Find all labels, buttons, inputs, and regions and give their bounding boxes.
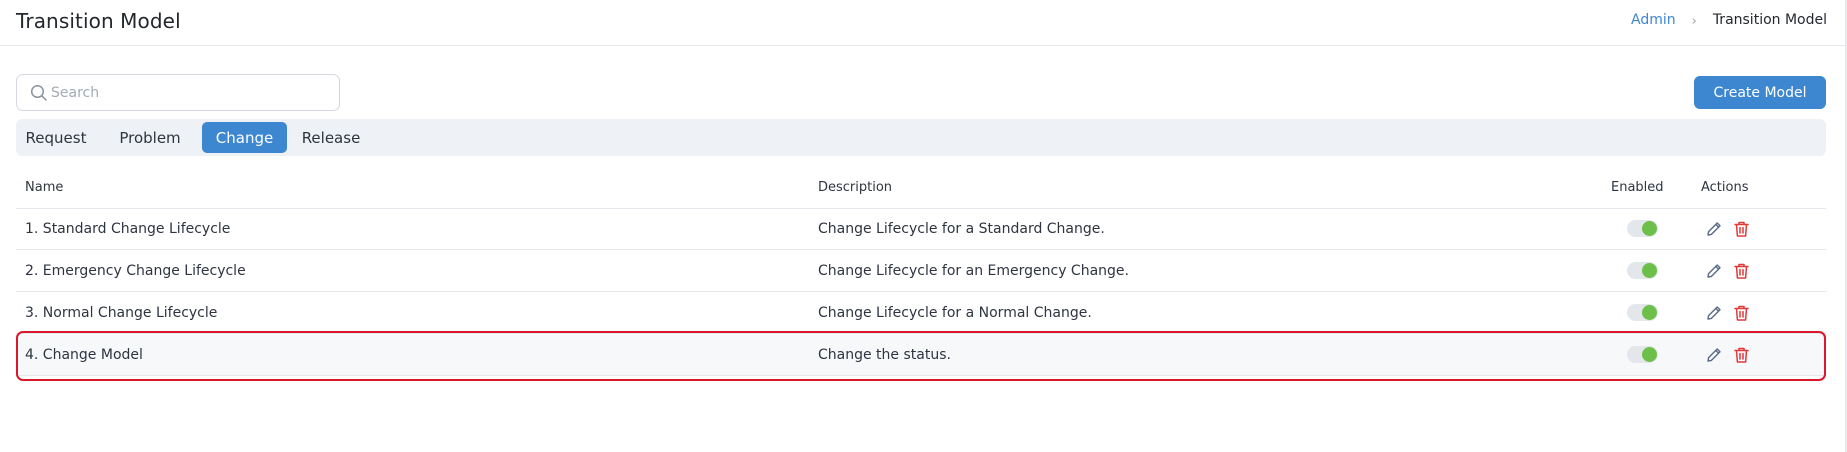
tab-change[interactable]: Change bbox=[202, 122, 287, 153]
row-description: Change the status. bbox=[818, 347, 951, 363]
pencil-icon[interactable] bbox=[1705, 304, 1723, 322]
breadcrumb: Admin › Transition Model bbox=[1631, 12, 1827, 29]
tab-problem[interactable]: Problem bbox=[97, 122, 203, 153]
pencil-icon[interactable] bbox=[1705, 220, 1723, 238]
enabled-toggle[interactable] bbox=[1627, 262, 1658, 279]
enabled-toggle[interactable] bbox=[1627, 304, 1658, 321]
pencil-icon[interactable] bbox=[1705, 346, 1723, 364]
column-header-enabled: Enabled bbox=[1611, 180, 1664, 195]
search-input[interactable] bbox=[51, 75, 331, 110]
module-tabs: Request Problem Change Release bbox=[16, 119, 1826, 156]
tab-release[interactable]: Release bbox=[290, 122, 372, 153]
table-row-highlighted: 4. Change Model Change the status. bbox=[16, 335, 1826, 376]
breadcrumb-admin-link[interactable]: Admin bbox=[1631, 12, 1676, 28]
column-header-description: Description bbox=[818, 180, 893, 195]
pencil-icon[interactable] bbox=[1705, 262, 1723, 280]
row-description: Change Lifecycle for a Standard Change. bbox=[818, 221, 1105, 237]
breadcrumb-current: Transition Model bbox=[1712, 12, 1827, 28]
trash-icon[interactable] bbox=[1733, 304, 1750, 322]
search-box[interactable] bbox=[16, 74, 340, 111]
breadcrumb-separator: › bbox=[1691, 13, 1697, 29]
toggle-knob bbox=[1642, 305, 1657, 320]
page-title: Transition Model bbox=[16, 9, 181, 33]
trash-icon[interactable] bbox=[1733, 346, 1750, 364]
search-icon bbox=[30, 84, 47, 101]
enabled-toggle[interactable] bbox=[1627, 220, 1658, 237]
table-row: 1. Standard Change Lifecycle Change Life… bbox=[16, 209, 1826, 250]
row-name: 4. Change Model bbox=[25, 347, 143, 363]
create-model-button[interactable]: Create Model bbox=[1694, 76, 1826, 109]
trash-icon[interactable] bbox=[1733, 262, 1750, 280]
row-description: Change Lifecycle for an Emergency Change… bbox=[818, 263, 1129, 279]
enabled-toggle[interactable] bbox=[1627, 346, 1658, 363]
tab-request[interactable]: Request bbox=[19, 122, 93, 153]
row-name: 3. Normal Change Lifecycle bbox=[25, 305, 218, 321]
page-header: Transition Model Admin › Transition Mode… bbox=[0, 0, 1847, 46]
column-header-name: Name bbox=[25, 180, 64, 195]
toggle-knob bbox=[1642, 347, 1657, 362]
trash-icon[interactable] bbox=[1733, 220, 1750, 238]
table-row: 2. Emergency Change Lifecycle Change Lif… bbox=[16, 251, 1826, 292]
table-row: 3. Normal Change Lifecycle Change Lifecy… bbox=[16, 293, 1826, 334]
column-header-actions: Actions bbox=[1701, 180, 1749, 195]
row-name: 2. Emergency Change Lifecycle bbox=[25, 263, 246, 279]
toggle-knob bbox=[1642, 221, 1657, 236]
row-description: Change Lifecycle for a Normal Change. bbox=[818, 305, 1092, 321]
toggle-knob bbox=[1642, 263, 1657, 278]
row-name: 1. Standard Change Lifecycle bbox=[25, 221, 231, 237]
